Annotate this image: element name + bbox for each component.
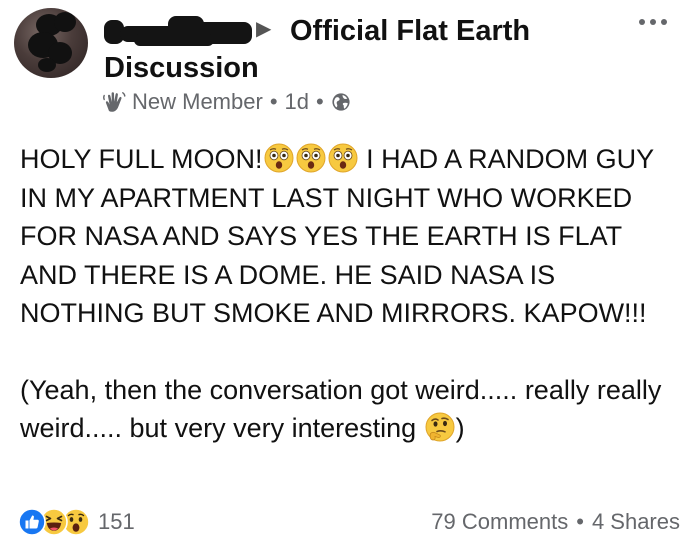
astonished-emoji (264, 143, 294, 173)
facebook-post: ▶ Official Flat Earth Discussion New Mem… (0, 0, 700, 544)
shares-link[interactable]: 4 Shares (592, 509, 680, 535)
group-name-continued[interactable]: Discussion (104, 50, 259, 86)
post-paragraph-2: (Yeah, then the conversation got weird..… (20, 371, 680, 448)
post-paragraph-1: HOLY FULL MOON! I HAD A RANDOM GUY IN MY… (20, 140, 680, 333)
comments-link[interactable]: 79 Comments (431, 509, 568, 535)
globe-icon[interactable] (331, 92, 351, 112)
avatar[interactable] (14, 8, 88, 78)
astonished-emoji (296, 143, 326, 173)
like-icon (18, 508, 46, 536)
post-text-segment: (Yeah, then the conversation got weird..… (20, 374, 662, 444)
meta-separator: • (316, 89, 324, 114)
reaction-count: 151 (98, 509, 135, 534)
reactions-summary[interactable]: 151 (18, 505, 135, 539)
post-body: HOLY FULL MOON! I HAD A RANDOM GUY IN MY… (20, 140, 680, 448)
post-time[interactable]: 1d (285, 89, 309, 115)
wave-hand-icon (102, 90, 126, 114)
group-name[interactable]: Official Flat Earth (290, 12, 530, 50)
share-to-group-arrow-icon: ▶ (256, 18, 272, 40)
post-text-segment: HOLY FULL MOON! (20, 144, 263, 174)
more-options-icon[interactable] (620, 4, 686, 40)
astonished-emoji (328, 143, 358, 173)
meta-separator: • (269, 89, 278, 114)
post-meta: New Member • 1d • (102, 88, 351, 116)
engagement-stats: 79 Comments • 4 Shares (431, 505, 680, 539)
member-badge-label: New Member (132, 89, 263, 114)
stats-separator: • (576, 509, 584, 534)
author-name-redacted[interactable] (104, 12, 252, 46)
post-text-segment: ) (455, 413, 465, 443)
thinking-emoji (425, 412, 455, 442)
